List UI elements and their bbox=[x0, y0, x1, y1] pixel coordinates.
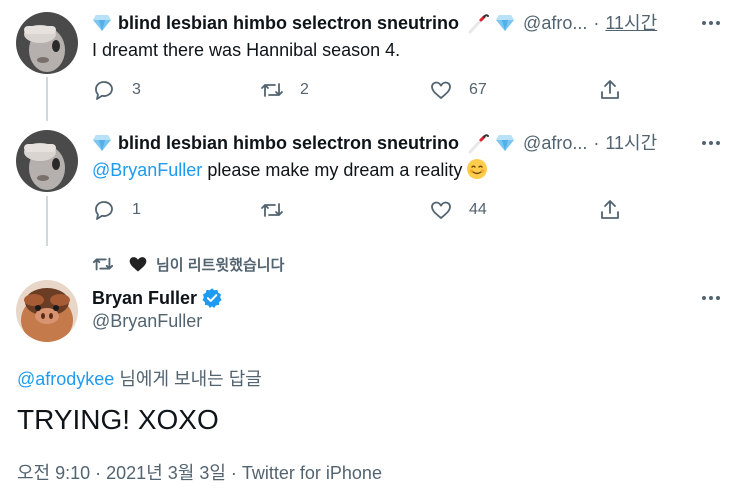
like-count: 67 bbox=[469, 81, 487, 98]
tweet-thread: blind lesbian himbo selectron sneutrino … bbox=[0, 0, 743, 493]
reply-icon bbox=[95, 81, 113, 100]
retweet-count: 2 bbox=[300, 81, 309, 98]
display-name[interactable]: blind lesbian himbo selectron sneutrino bbox=[118, 12, 459, 34]
avatar[interactable] bbox=[16, 130, 78, 192]
diamond-icon bbox=[93, 15, 111, 31]
display-name[interactable]: Bryan Fuller bbox=[92, 288, 197, 309]
avatar[interactable] bbox=[16, 12, 78, 74]
reply-count: 3 bbox=[132, 81, 141, 98]
like-icon bbox=[431, 81, 451, 99]
more-icon[interactable] bbox=[700, 12, 722, 34]
reply-button[interactable]: 3 bbox=[92, 78, 141, 102]
retweet-notice: 님이 리트윗했습니다 bbox=[92, 253, 284, 275]
reply-button[interactable]: 1 bbox=[92, 198, 141, 222]
mention-link[interactable]: @afrodykee bbox=[17, 369, 114, 389]
reply-count: 1 bbox=[132, 201, 141, 218]
retweet-icon bbox=[261, 83, 283, 97]
mention-link[interactable]: @BryanFuller bbox=[92, 160, 202, 180]
smiling-face-emoji bbox=[467, 159, 488, 179]
like-count: 44 bbox=[469, 201, 487, 218]
share-button[interactable] bbox=[598, 78, 622, 102]
retweet-button[interactable] bbox=[260, 198, 300, 222]
more-icon[interactable] bbox=[700, 287, 722, 309]
display-name[interactable]: blind lesbian himbo selectron sneutrino bbox=[118, 132, 459, 154]
heart-icon bbox=[129, 257, 147, 272]
separator: · bbox=[593, 13, 600, 33]
retweet-icon bbox=[261, 203, 283, 217]
tweet-metadata[interactable]: 오전 9:10 · 2021년 3월 3일 · Twitter for iPho… bbox=[17, 459, 382, 485]
tweet-header: blind lesbian himbo selectron sneutrino … bbox=[92, 132, 657, 154]
tweet-header: blind lesbian himbo selectron sneutrino … bbox=[92, 12, 657, 34]
author-name[interactable]: Bryan Fuller bbox=[92, 287, 223, 309]
share-icon bbox=[601, 200, 619, 219]
retweet-button[interactable]: 2 bbox=[260, 78, 309, 102]
timestamp[interactable]: 11시간 bbox=[605, 12, 657, 34]
reply-context: @afrodykee 님에게 보내는 답글 bbox=[17, 365, 262, 391]
share-button[interactable] bbox=[598, 198, 622, 222]
reply-suffix: 님에게 보내는 답글 bbox=[114, 369, 262, 389]
more-icon[interactable] bbox=[700, 132, 722, 154]
diamond-icon bbox=[496, 15, 515, 31]
thread-line bbox=[46, 196, 48, 246]
tweet-text-body: please make my dream a reality bbox=[202, 160, 463, 180]
white-cane-icon bbox=[468, 14, 490, 34]
timestamp[interactable]: 11시간 bbox=[605, 132, 657, 154]
tweet-text: TRYING! XOXO bbox=[17, 404, 219, 435]
diamond-icon bbox=[93, 135, 111, 151]
avatar[interactable] bbox=[16, 280, 78, 342]
separator: · bbox=[593, 133, 600, 153]
verified-icon bbox=[202, 288, 222, 308]
like-icon bbox=[431, 201, 451, 219]
handle[interactable]: @afro... bbox=[523, 132, 587, 154]
retweet-icon bbox=[92, 257, 114, 271]
handle[interactable]: @afro... bbox=[523, 12, 587, 34]
share-icon bbox=[601, 80, 619, 99]
handle[interactable]: @BryanFuller bbox=[92, 311, 202, 332]
tweet-text: I dreamt there was Hannibal season 4. bbox=[92, 40, 401, 60]
reply-icon bbox=[95, 201, 113, 220]
tweet-text: @BryanFuller please make my dream a real… bbox=[92, 158, 488, 182]
retweet-notice-text[interactable]: 님이 리트윗했습니다 bbox=[156, 254, 284, 275]
like-button[interactable]: 44 bbox=[429, 198, 487, 222]
like-button[interactable]: 67 bbox=[429, 78, 487, 102]
diamond-icon bbox=[496, 135, 515, 151]
white-cane-icon bbox=[468, 134, 490, 154]
thread-line bbox=[46, 77, 48, 121]
